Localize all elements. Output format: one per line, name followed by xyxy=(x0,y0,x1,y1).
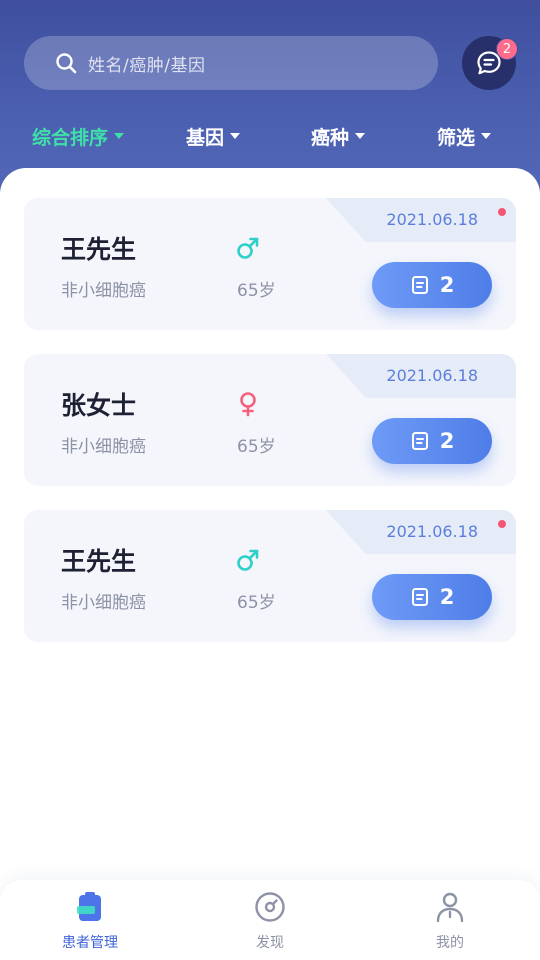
unread-dot xyxy=(498,520,506,528)
female-icon xyxy=(240,392,256,417)
compass-icon xyxy=(255,892,285,922)
unread-dot xyxy=(498,208,506,216)
filter-label: 筛选 xyxy=(437,126,476,149)
caret-down-icon xyxy=(114,133,125,139)
visit-date: 2021.06.18 xyxy=(386,210,478,229)
filter-label: 综合排序 xyxy=(32,126,109,149)
records-button[interactable]: 2 xyxy=(372,262,492,308)
tab-mine[interactable]: 我的 xyxy=(390,890,510,956)
diagnosis: 非小细胞癌 xyxy=(61,437,146,457)
filter-sort[interactable]: 综合排序 xyxy=(32,120,125,152)
person-icon xyxy=(436,892,464,923)
visit-date: 2021.06.18 xyxy=(386,522,478,541)
male-icon xyxy=(237,237,259,259)
patient-age: 65岁 xyxy=(237,593,276,613)
caret-down-icon xyxy=(355,133,366,139)
filter-screen[interactable]: 筛选 xyxy=(437,120,492,152)
patient-card[interactable]: 2021.06.18 王先生 非小细胞癌 65岁 2 xyxy=(24,510,516,642)
bottom-tab-bar: 患者管理 发现 我的 xyxy=(0,880,540,960)
records-count: 2 xyxy=(439,273,455,297)
records-count: 2 xyxy=(439,429,455,453)
records-button[interactable]: 2 xyxy=(372,418,492,464)
patient-age: 65岁 xyxy=(237,437,276,457)
tab-discover[interactable]: 发现 xyxy=(210,890,330,956)
document-icon xyxy=(411,588,428,606)
search-bar[interactable]: 姓名/癌肿/基因 xyxy=(24,36,438,90)
caret-down-icon xyxy=(230,133,241,139)
tab-label: 我的 xyxy=(436,935,464,951)
filter-label: 癌种 xyxy=(311,126,350,149)
tab-label: 发现 xyxy=(256,935,284,951)
document-icon xyxy=(411,276,428,294)
filter-bar: 综合排序 基因 癌种 筛选 xyxy=(0,120,540,152)
patient-name: 王先生 xyxy=(61,235,137,264)
patient-age: 65岁 xyxy=(237,281,276,301)
visit-date: 2021.06.18 xyxy=(386,366,478,385)
diagnosis: 非小细胞癌 xyxy=(61,593,146,613)
diagnosis: 非小细胞癌 xyxy=(61,281,146,301)
patient-name: 张女士 xyxy=(61,391,137,420)
records-button[interactable]: 2 xyxy=(372,574,492,620)
patient-name: 王先生 xyxy=(61,547,137,576)
clipboard-icon xyxy=(77,892,101,921)
patient-list: 2021.06.18 王先生 非小细胞癌 65岁 2 2021.06.18 张女… xyxy=(0,168,540,960)
male-icon xyxy=(237,549,259,571)
patient-card[interactable]: 2021.06.18 张女士 非小细胞癌 65岁 2 xyxy=(24,354,516,486)
records-count: 2 xyxy=(439,585,455,609)
filter-gene[interactable]: 基因 xyxy=(186,120,241,152)
caret-down-icon xyxy=(481,133,492,139)
document-icon xyxy=(411,432,428,450)
patient-card[interactable]: 2021.06.18 王先生 非小细胞癌 65岁 2 xyxy=(24,198,516,330)
tab-patient-management[interactable]: 患者管理 xyxy=(30,890,150,956)
tab-label: 患者管理 xyxy=(62,935,118,951)
message-badge: 2 xyxy=(496,38,518,60)
search-icon xyxy=(56,53,77,74)
filter-cancer-type[interactable]: 癌种 xyxy=(311,120,366,152)
search-input[interactable]: 姓名/癌肿/基因 xyxy=(88,51,205,76)
filter-label: 基因 xyxy=(186,126,225,149)
